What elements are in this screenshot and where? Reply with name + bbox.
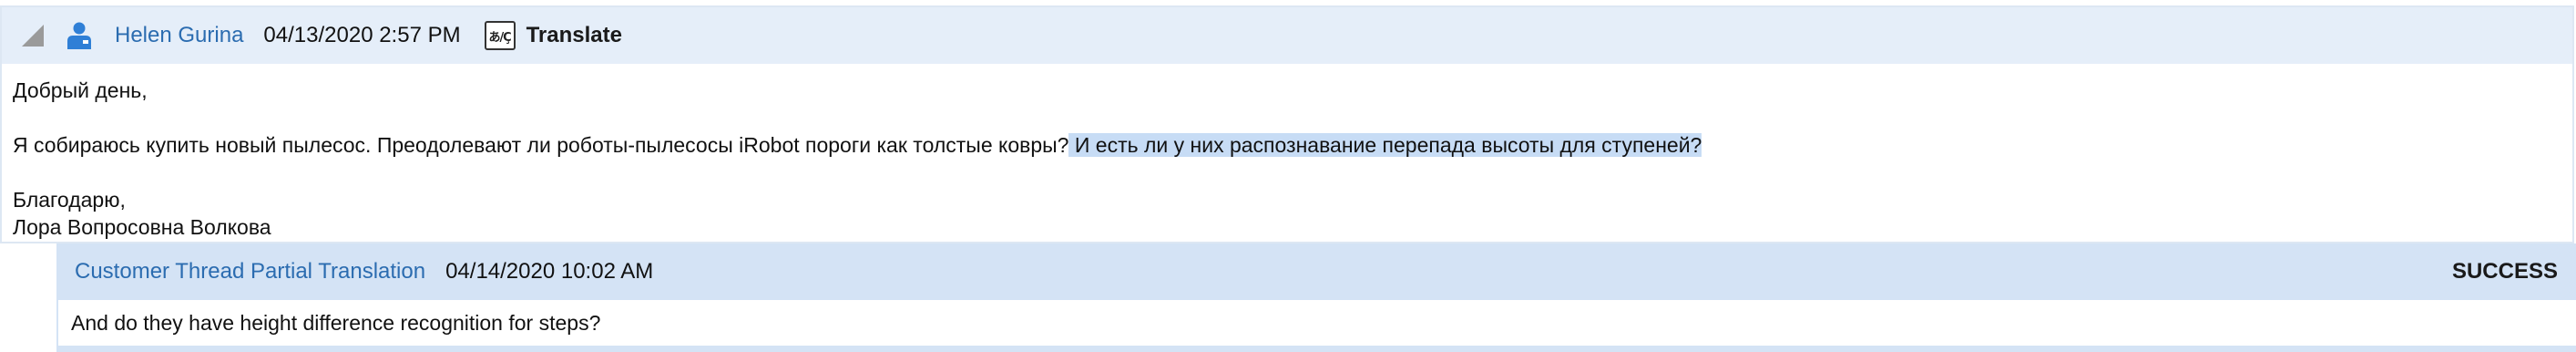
- selected-text-highlight: И есть ли у них распознавание перепада в…: [1068, 133, 1702, 157]
- message-body: Добрый день, Я собираюсь купить новый пы…: [2, 64, 2572, 241]
- translate-icon: あ/Ç: [484, 21, 516, 50]
- customer-message: Helen Gurina 04/13/2020 2:57 PM あ/Ç Tran…: [0, 5, 2574, 243]
- translation-footer-bar: [56, 346, 2576, 352]
- message-header: Helen Gurina 04/13/2020 2:57 PM あ/Ç Tran…: [2, 7, 2572, 64]
- translation-body: And do they have height difference recog…: [56, 300, 2576, 346]
- thanks-text: Благодарю,: [13, 188, 126, 212]
- collapse-triangle-icon[interactable]: [20, 23, 46, 48]
- status-badge: SUCCESS: [2451, 259, 2558, 284]
- question-text: Я собираюсь купить новый пылесос. Преодо…: [13, 131, 2561, 159]
- translate-label: Translate: [526, 23, 622, 47]
- question-plain: Я собираюсь купить новый пылесос. Преодо…: [13, 133, 1069, 157]
- translate-button[interactable]: あ/Ç Translate: [484, 21, 622, 50]
- translation-timestamp: 04/14/2020 10:02 AM: [445, 259, 654, 284]
- thread-view: Helen Gurina 04/13/2020 2:57 PM あ/Ç Tran…: [0, 0, 2576, 352]
- user-person-icon: [67, 22, 91, 49]
- translation-thread: Customer Thread Partial Translation 04/1…: [56, 243, 2576, 352]
- translation-header: Customer Thread Partial Translation 04/1…: [56, 243, 2576, 300]
- message-timestamp: 04/13/2020 2:57 PM: [263, 23, 461, 47]
- signature-text: Лора Вопросовна Волкова: [13, 215, 271, 239]
- greeting-text: Добрый день,: [13, 78, 148, 102]
- translation-title-link[interactable]: Customer Thread Partial Translation: [75, 259, 425, 285]
- author-link[interactable]: Helen Gurina: [115, 23, 243, 48]
